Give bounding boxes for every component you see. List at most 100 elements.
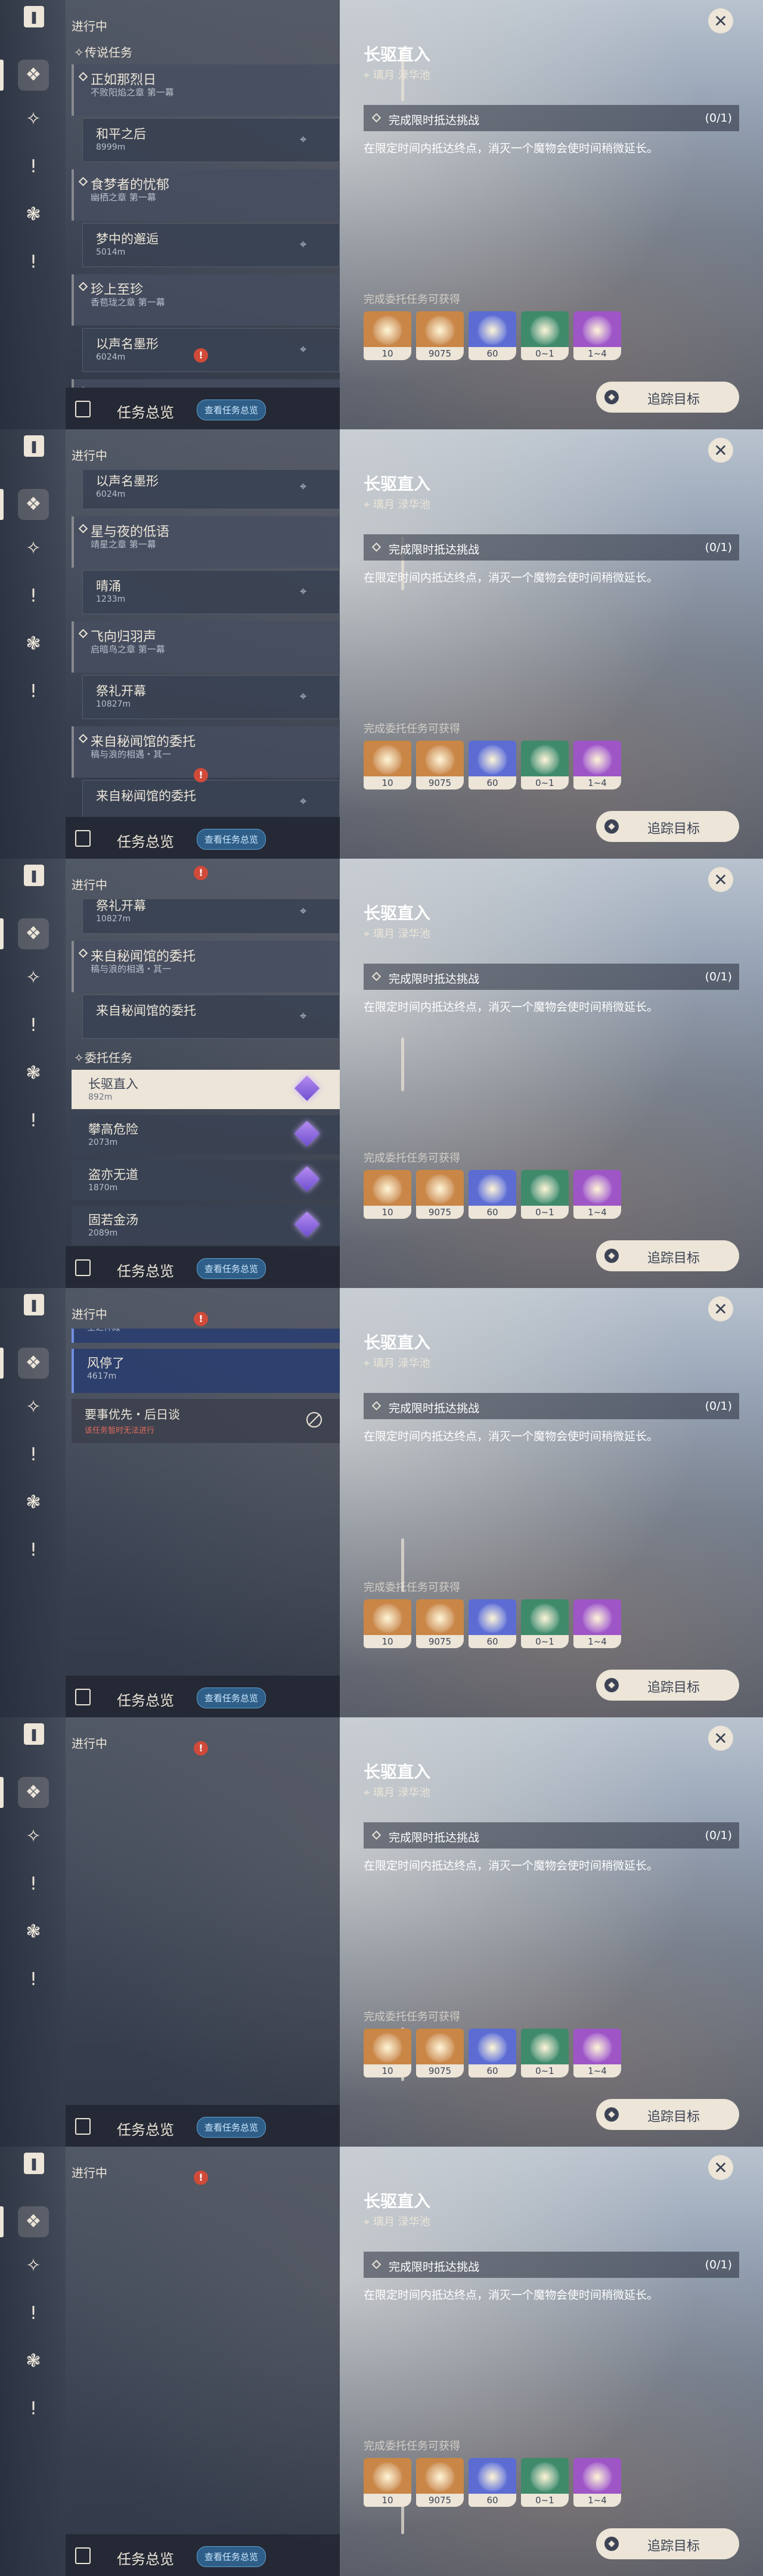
reward-item[interactable]: 60 [469, 2458, 516, 2507]
commission-icon[interactable]: ❃ [21, 1491, 45, 1515]
quest-step[interactable]: 以声名墨形 6024m ⌖ [82, 470, 340, 509]
quest-list[interactable]: ✧传说任务正如那烈日不败阳焰之章 第一幕和平之后8999m⌖食梦者的忧郁幽栖之章… [72, 470, 343, 817]
quest-step[interactable]: 祭礼开幕 10827m ⌖ [82, 899, 340, 934]
close-icon[interactable]: ✕ [708, 1726, 733, 1751]
quest-item[interactable]: 食梦者的忧郁 幽栖之章 第一幕 [72, 169, 340, 221]
world-quest-item[interactable]: 风停了 4617m [72, 1349, 340, 1393]
track-target-button[interactable]: 追踪目标 [596, 382, 739, 413]
quest-step[interactable]: 梦中的邂逅 5014m ⌖ [82, 223, 340, 267]
commission-icon[interactable]: ❃ [21, 1061, 45, 1085]
view-overview-button[interactable]: 查看任务总览 [197, 2546, 266, 2567]
commission-icon[interactable]: ❃ [21, 1920, 45, 1944]
reward-item[interactable]: 9075 [416, 311, 464, 360]
reward-item[interactable]: 60 [469, 1170, 516, 1219]
archon-quest-icon[interactable]: ✧ [21, 1825, 45, 1849]
reward-item[interactable]: 0~1 [521, 1170, 569, 1219]
story-quest-icon[interactable]: ! [21, 1872, 45, 1896]
all-quests-icon[interactable]: ❖ [18, 489, 49, 520]
blocked-quest-item[interactable]: 要事优先・后日谈 该任务暂时无法进行 [72, 1399, 340, 1443]
reward-item[interactable]: 0~1 [521, 1599, 569, 1648]
close-icon[interactable]: ✕ [708, 1296, 733, 1321]
quest-item[interactable]: 星与夜的低语靖星之章 第一幕 [72, 516, 340, 568]
reward-item[interactable]: 10 [364, 2458, 411, 2507]
commission-item[interactable]: 攀高危险 2073m [72, 1115, 340, 1154]
reward-item[interactable]: 10 [364, 1599, 411, 1648]
reward-item[interactable]: 1~4 [573, 311, 621, 360]
close-icon[interactable]: ✕ [708, 438, 733, 463]
world-quest-item[interactable]: 魔山空之神殿 [72, 1329, 340, 1343]
reward-item[interactable]: 10 [364, 741, 411, 789]
commission-item[interactable]: 长驱直入 892m [72, 1070, 340, 1109]
reward-item[interactable]: 1~4 [573, 2458, 621, 2507]
commission-item[interactable]: 盗亦无道 1870m [72, 1160, 340, 1200]
quest-book-icon[interactable]: ❚ [24, 435, 44, 457]
all-quests-icon[interactable]: ❖ [18, 918, 49, 949]
story-quest-icon[interactable]: ! [21, 1014, 45, 1038]
quest-list[interactable]: ✧传说任务正如那烈日不败阳焰之章 第一幕和平之后8999m⌖食梦者的忧郁幽栖之章… [72, 1329, 343, 1676]
reward-item[interactable]: 60 [469, 311, 516, 360]
quest-item[interactable]: 来自秘闻馆的委托 稿与浪的相遇・其一 [72, 941, 340, 992]
overview-label[interactable]: 任务总览 [117, 401, 174, 422]
quest-list[interactable]: ✧传说任务正如那烈日不败阳焰之章 第一幕和平之后8999m⌖食梦者的忧郁幽栖之章… [72, 1758, 343, 2105]
track-target-button[interactable]: 追踪目标 [596, 1670, 739, 1701]
overview-label[interactable]: 任务总览 [117, 830, 174, 851]
reward-item[interactable]: 0~1 [521, 741, 569, 789]
quest-list[interactable]: ✧传说任务正如那烈日不败阳焰之章 第一幕和平之后8999m⌖食梦者的忧郁幽栖之章… [72, 899, 343, 1246]
all-quests-icon[interactable]: ❖ [18, 1777, 49, 1808]
reward-item[interactable]: 60 [469, 2029, 516, 2077]
track-target-button[interactable]: 追踪目标 [596, 811, 739, 842]
overview-label[interactable]: 任务总览 [117, 1259, 174, 1280]
quest-step[interactable]: 祭礼开幕 10827m ⌖ [82, 675, 340, 719]
reward-item[interactable]: 9075 [416, 1170, 464, 1219]
quest-item[interactable]: 珍上至珍 香苞珑之章 第一幕 [72, 274, 340, 326]
story-quest-icon[interactable]: ! [21, 155, 45, 179]
commission-icon[interactable]: ❃ [21, 203, 45, 227]
all-quests-icon[interactable]: ❖ [18, 2206, 49, 2237]
reward-item[interactable]: 9075 [416, 2029, 464, 2077]
quest-list[interactable]: ✧传说任务正如那烈日不败阳焰之章 第一幕和平之后8999m⌖食梦者的忧郁幽栖之章… [72, 2187, 343, 2534]
quest-list[interactable]: ✧传说任务正如那烈日不败阳焰之章 第一幕和平之后8999m⌖食梦者的忧郁幽栖之章… [72, 41, 343, 388]
quest-step[interactable]: 来自秘闻馆的委托 ⌖ [82, 995, 340, 1039]
track-target-button[interactable]: 追踪目标 [596, 2099, 739, 2130]
reward-item[interactable]: 9075 [416, 2458, 464, 2507]
reward-item[interactable]: 1~4 [573, 2029, 621, 2077]
quest-book-icon[interactable]: ❚ [24, 865, 44, 886]
close-icon[interactable]: ✕ [708, 2155, 733, 2180]
world-quest-icon[interactable]: ! [21, 1109, 45, 1133]
reward-item[interactable]: 0~1 [521, 2458, 569, 2507]
quest-item[interactable]: 飞向归羽声 启暗鸟之章 第一幕 [72, 621, 340, 673]
view-overview-button[interactable]: 查看任务总览 [197, 1258, 266, 1279]
reward-item[interactable]: 9075 [416, 1599, 464, 1648]
track-target-button[interactable]: 追踪目标 [596, 2528, 739, 2559]
close-icon[interactable]: ✕ [708, 867, 733, 892]
view-overview-button[interactable]: 查看任务总览 [197, 1688, 266, 1708]
story-quest-icon[interactable]: ! [21, 1443, 45, 1467]
all-quests-icon[interactable]: ❖ [18, 60, 49, 91]
quest-item[interactable]: 星与夜的低语靖星之章 第一幕 [72, 379, 340, 388]
reward-item[interactable]: 0~1 [521, 311, 569, 360]
archon-quest-icon[interactable]: ✧ [21, 2254, 45, 2278]
reward-item[interactable]: 10 [364, 2029, 411, 2077]
archon-quest-icon[interactable]: ✧ [21, 537, 45, 561]
commission-icon[interactable]: ❃ [21, 632, 45, 656]
reward-item[interactable]: 9075 [416, 741, 464, 789]
quest-step[interactable]: 晴涌 1233m ⌖ [82, 570, 340, 614]
reward-item[interactable]: 1~4 [573, 741, 621, 789]
archon-quest-icon[interactable]: ✧ [21, 107, 45, 131]
quest-book-icon[interactable]: ❚ [24, 1294, 44, 1315]
world-quest-icon[interactable]: ! [21, 1538, 45, 1562]
quest-step[interactable]: 以声名墨形 6024m ⌖ [82, 328, 340, 372]
view-overview-button[interactable]: 查看任务总览 [197, 2117, 266, 2138]
overview-label[interactable]: 任务总览 [117, 2547, 174, 2568]
world-quest-icon[interactable]: ! [21, 680, 45, 704]
reward-item[interactable]: 60 [469, 1599, 516, 1648]
quest-book-icon[interactable]: ❚ [24, 1723, 44, 1745]
quest-book-icon[interactable]: ❚ [24, 2153, 44, 2174]
reward-item[interactable]: 0~1 [521, 2029, 569, 2077]
all-quests-icon[interactable]: ❖ [18, 1348, 49, 1379]
commission-item[interactable]: 固若金汤 2089m [72, 1206, 340, 1245]
archon-quest-icon[interactable]: ✧ [21, 1395, 45, 1419]
overview-label[interactable]: 任务总览 [117, 1689, 174, 1710]
quest-book-icon[interactable]: ❚ [24, 6, 44, 27]
reward-item[interactable]: 10 [364, 311, 411, 360]
